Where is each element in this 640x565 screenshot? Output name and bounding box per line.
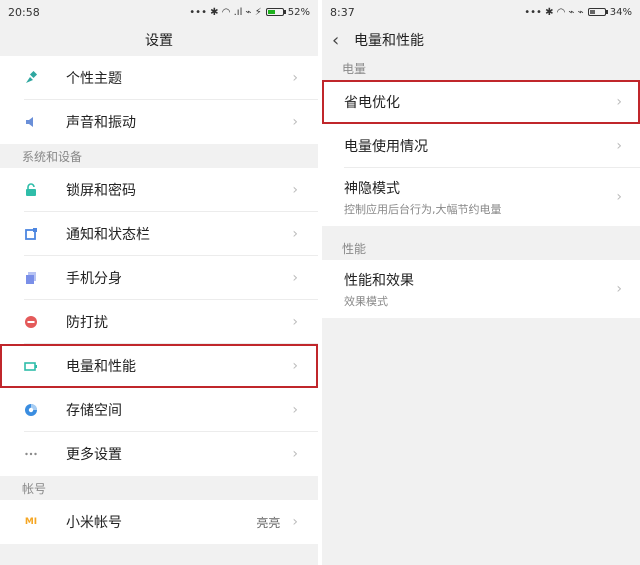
battery-icon — [587, 8, 608, 16]
settings-item-lockscreen[interactable]: 锁屏和密码 › — [0, 168, 318, 212]
status-bar: 20:58 ••• ✱ ◠ .ıl ⌁ ⚡ 52% — [0, 0, 318, 24]
theme-icon — [24, 71, 38, 85]
settings-item-label: 声音和振动 — [66, 115, 136, 131]
chevron-right-icon: › — [292, 446, 298, 462]
battery-icon — [24, 359, 38, 373]
settings-item-do-not-disturb[interactable]: 防打扰 › — [0, 300, 318, 344]
chevron-right-icon: › — [292, 314, 298, 330]
status-time: 20:58 — [8, 5, 40, 19]
storage-icon — [24, 403, 38, 417]
chevron-right-icon: › — [292, 182, 298, 198]
title-bar: ‹ 电量和性能 — [322, 24, 640, 56]
settings-item-label: 更多设置 — [66, 447, 122, 463]
status-time: 8:37 — [330, 5, 355, 19]
battery-percent: 52% — [287, 6, 310, 18]
speaker-icon — [24, 115, 38, 129]
settings-item-label: 性能和效果 — [344, 272, 414, 289]
settings-item-label: 神隐模式 — [344, 180, 400, 197]
settings-item-battery-usage[interactable]: 电量使用情况 › — [322, 124, 640, 168]
chevron-right-icon: › — [616, 138, 622, 154]
settings-item-label: 小米帐号 — [66, 515, 122, 531]
settings-item-more[interactable]: 更多设置 › — [0, 432, 318, 476]
account-name: 亮亮 — [256, 515, 281, 530]
settings-item-label: 电量和性能 — [66, 359, 136, 375]
status-indicators: ••• ✱ ◠ .ıl ⌁ ⚡ — [189, 6, 262, 18]
system-group: 锁屏和密码 › 通知和状态栏 › 手机分身 › 防打扰 › 电量和性能 › 存储… — [0, 168, 318, 476]
settings-item-label: 通知和状态栏 — [66, 227, 150, 243]
chevron-right-icon: › — [292, 114, 298, 130]
settings-item-subtitle: 效果模式 — [344, 294, 388, 308]
settings-item-label: 手机分身 — [66, 271, 122, 287]
lock-icon — [24, 183, 38, 197]
settings-item-performance-effects[interactable]: 性能和效果 效果模式 › — [322, 260, 640, 318]
top-group: 个性主题 › 声音和振动 › — [0, 56, 318, 144]
section-account: 帐号 — [22, 481, 47, 496]
settings-item-label: 锁屏和密码 — [66, 183, 136, 199]
battery-icon — [265, 8, 286, 16]
status-icons: ••• ✱ ◠ .ıl ⌁ ⚡ 52% — [189, 7, 310, 18]
clone-icon — [24, 271, 38, 285]
settings-item-notifications[interactable]: 通知和状态栏 › — [0, 212, 318, 256]
settings-item-label: 个性主题 — [66, 71, 122, 87]
chevron-right-icon: › — [616, 189, 622, 205]
chevron-right-icon: › — [292, 226, 298, 242]
settings-item-sound[interactable]: 声音和振动 › — [0, 100, 318, 144]
settings-item-power-saving[interactable]: 省电优化 › — [322, 80, 640, 124]
more-icon — [24, 447, 38, 461]
status-bar: 8:37 ••• ✱ ◠ ⌁ ⌁ 34% — [322, 0, 640, 24]
battery-percent: 34% — [609, 6, 632, 18]
chevron-right-icon: › — [292, 402, 298, 418]
settings-item-subtitle: 控制应用后台行为,大幅节约电量 — [344, 202, 502, 216]
page-title: 电量和性能 — [354, 33, 424, 49]
section-system: 系统和设备 — [22, 149, 83, 164]
settings-item-label: 电量使用情况 — [344, 139, 428, 155]
do-not-disturb-icon — [24, 315, 38, 329]
settings-item-battery-performance[interactable]: 电量和性能 › — [0, 344, 318, 388]
performance-group: 性能和效果 效果模式 › — [322, 260, 640, 318]
settings-item-label: 防打扰 — [66, 315, 108, 331]
chevron-right-icon: › — [292, 70, 298, 86]
chevron-right-icon: › — [616, 94, 622, 110]
notification-icon — [24, 227, 38, 241]
settings-item-label: 存储空间 — [66, 403, 122, 419]
status-indicators: ••• ✱ ◠ ⌁ ⌁ — [524, 6, 584, 18]
section-performance: 性能 — [342, 241, 367, 256]
page-title: 设置 — [145, 33, 173, 49]
account-group: MI 小米帐号 亮亮 › — [0, 500, 318, 544]
chevron-right-icon: › — [292, 514, 298, 530]
chevron-right-icon: › — [292, 270, 298, 286]
status-icons: ••• ✱ ◠ ⌁ ⌁ 34% — [524, 7, 632, 18]
chevron-right-icon: › — [616, 281, 622, 297]
section-power: 电量 — [342, 61, 367, 76]
settings-item-mi-account[interactable]: MI 小米帐号 亮亮 › — [0, 500, 318, 544]
settings-item-theme[interactable]: 个性主题 › — [0, 56, 318, 100]
settings-panel: 20:58 ••• ✱ ◠ .ıl ⌁ ⚡ 52% 设置 个性主题 › 声音和振… — [0, 0, 318, 565]
settings-item-storage[interactable]: 存储空间 › — [0, 388, 318, 432]
settings-item-second-space[interactable]: 手机分身 › — [0, 256, 318, 300]
settings-item-label: 省电优化 — [344, 95, 400, 111]
battery-performance-panel: 8:37 ••• ✱ ◠ ⌁ ⌁ 34% ‹ 电量和性能 电量 省电优化 › 电… — [322, 0, 640, 565]
chevron-right-icon: › — [292, 358, 298, 374]
mi-logo-icon: MI — [24, 517, 38, 527]
settings-item-stealth-mode[interactable]: 神隐模式 控制应用后台行为,大幅节约电量 › — [322, 168, 640, 226]
back-arrow-icon[interactable]: ‹ — [332, 30, 354, 51]
power-group: 省电优化 › 电量使用情况 › 神隐模式 控制应用后台行为,大幅节约电量 › — [322, 80, 640, 226]
